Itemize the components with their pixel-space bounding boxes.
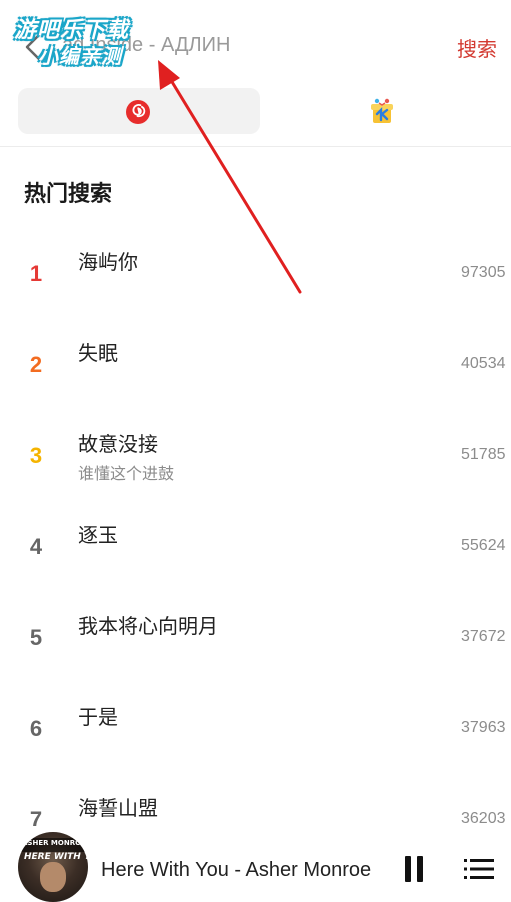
search-count: 37963 (461, 719, 506, 736)
search-count: 55624 (461, 537, 506, 554)
tab-netease[interactable] (18, 88, 260, 134)
watermark-line2: 小编亲测 (38, 44, 122, 68)
cover-title-text: HERE WITH YOU (24, 852, 88, 862)
search-count: 40534 (461, 355, 506, 372)
song-title: 逐玉 (78, 523, 118, 547)
song-subtitle: 谁懂这个进鼓 (78, 464, 175, 483)
song-title: 故意没接 (78, 432, 158, 456)
rank-number: 3 (29, 443, 43, 468)
playlist-icon[interactable] (464, 857, 494, 881)
hot-search-list: 1 海屿你 97305 2 失眠 40534 3 故意没接 51785 4 逐玉… (0, 228, 511, 828)
song-title: 海誓山盟 (78, 796, 158, 820)
list-item[interactable]: 5 我本将心向明月 37672 (0, 592, 511, 683)
pause-icon (405, 856, 411, 882)
album-cover[interactable]: ASHER MONROE HERE WITH YOU (18, 832, 88, 902)
rank-number: 1 (29, 261, 43, 286)
list-item[interactable]: 1 海屿你 97305 (0, 228, 511, 319)
mini-player: ASHER MONROE HERE WITH YOU Here With You… (0, 826, 511, 902)
search-count: 97305 (461, 264, 506, 281)
netease-music-icon (126, 100, 150, 124)
search-count: 51785 (461, 446, 506, 463)
song-title: 于是 (78, 705, 118, 729)
source-tabs (0, 86, 511, 138)
rank-number: 4 (29, 534, 43, 559)
pause-icon (417, 856, 423, 882)
list-item[interactable]: 2 失眠 40534 (0, 319, 511, 410)
cover-portrait (40, 862, 66, 892)
watermark-logo: 游吧乐下载 小编亲测 (8, 8, 158, 68)
header-divider (0, 146, 511, 147)
kugou-icon[interactable] (368, 97, 396, 125)
song-title: 失眠 (78, 341, 118, 365)
section-title: 热门搜索 (24, 182, 113, 207)
search-button[interactable]: 搜索 (457, 33, 497, 62)
cover-artist-text: ASHER MONROE (22, 839, 86, 847)
list-item[interactable]: 4 逐玉 55624 (0, 501, 511, 592)
header: ad Inside - АДЛИН 搜索 游吧乐下载 小编亲测 (0, 0, 511, 92)
song-title: 我本将心向明月 (78, 614, 218, 638)
song-title: 海屿你 (78, 250, 138, 274)
list-item[interactable]: 6 于是 37963 (0, 683, 511, 774)
rank-number: 2 (29, 352, 43, 377)
rank-number: 5 (29, 625, 43, 650)
list-item[interactable]: 3 故意没接 51785 (0, 410, 511, 501)
rank-number: 7 (29, 807, 43, 828)
rank-number: 6 (29, 716, 43, 741)
search-count: 37672 (461, 628, 506, 645)
now-playing-title[interactable]: Here With You - Asher Monroe (101, 859, 371, 882)
pause-button[interactable] (404, 856, 424, 882)
list-item[interactable]: 7 海誓山盟 36203 (0, 774, 511, 828)
